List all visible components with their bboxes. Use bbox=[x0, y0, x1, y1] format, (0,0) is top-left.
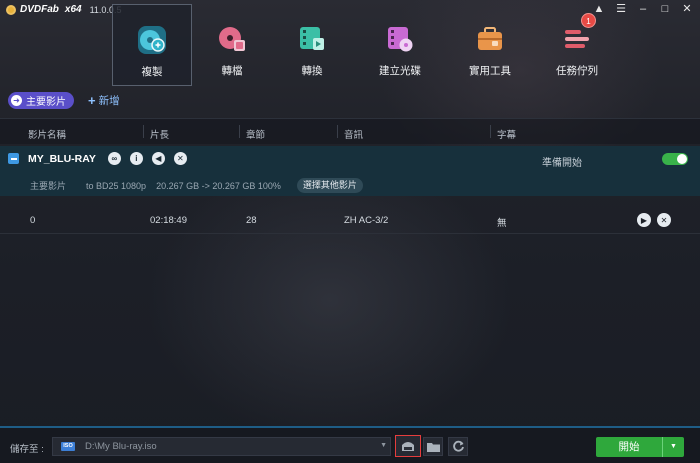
output-path-value: D:\My Blu-ray.iso bbox=[85, 441, 157, 452]
task-count-badge: 1 bbox=[581, 13, 596, 28]
chevron-down-icon[interactable]: ▼ bbox=[380, 442, 387, 449]
add-new-button[interactable]: + 新增 bbox=[88, 93, 120, 108]
col-subtitle: 字幕 bbox=[497, 130, 517, 141]
nav-ripper-label: 轉檔 bbox=[221, 65, 243, 77]
status-text: 準備開始 bbox=[542, 158, 582, 169]
row-chapters: 28 bbox=[246, 215, 257, 226]
row-subtitle[interactable]: 無 bbox=[497, 215, 507, 229]
start-label: 開始 bbox=[618, 441, 640, 453]
disc-name: MY_BLU-RAY bbox=[28, 152, 96, 165]
choose-other-title-button[interactable]: 選擇其他影片 bbox=[296, 178, 363, 193]
col-duration: 片長 bbox=[150, 130, 170, 141]
app-name: DVDFab bbox=[20, 4, 59, 15]
close-icon[interactable]: ✕ bbox=[680, 2, 694, 16]
minus-icon bbox=[10, 157, 17, 160]
main-movie-label: 主要影片 bbox=[26, 97, 66, 108]
app-logo: DVDFab x64 11.0.0.5 bbox=[6, 4, 121, 15]
remove-icon[interactable]: ✕ bbox=[173, 152, 187, 165]
info-icon[interactable]: i bbox=[129, 152, 143, 165]
disc-title-block: MY_BLU-RAY ∞ i ◀ ✕ 準備開始 主要影片 to BD25 108… bbox=[0, 146, 700, 196]
size-info: 20.267 GB -> 20.267 GB 100% bbox=[156, 180, 281, 191]
bottom-bar: 儲存至 : ISO D:\My Blu-ray.iso ▼ 開始 ▼ bbox=[0, 426, 700, 463]
minimize-icon[interactable]: – bbox=[636, 2, 650, 16]
nav-task-queue[interactable]: 1 任務佇列 bbox=[532, 4, 622, 86]
nav-ripper[interactable]: 轉檔 bbox=[192, 4, 272, 86]
source-toolbar: ➜ 主要影片 + 新增 bbox=[8, 92, 120, 109]
enable-toggle[interactable] bbox=[662, 153, 688, 165]
converter-film-icon bbox=[297, 24, 327, 54]
plus-icon: + bbox=[88, 92, 96, 108]
nav-copy-label: 複製 bbox=[141, 66, 163, 78]
creator-film-icon bbox=[385, 24, 415, 54]
column-divider bbox=[239, 125, 240, 138]
folder-icon bbox=[426, 443, 440, 452]
disc-sub-info: 主要影片 to BD25 1080p 20.267 GB -> 20.267 G… bbox=[30, 178, 363, 193]
nav-copy[interactable]: 複製 bbox=[112, 4, 192, 86]
nav-task-queue-label: 任務佇列 bbox=[556, 65, 598, 77]
nav-converter[interactable]: 轉換 bbox=[272, 4, 352, 86]
save-to-label: 儲存至 : bbox=[10, 444, 44, 455]
disc-title-line: MY_BLU-RAY ∞ i ◀ ✕ bbox=[8, 152, 190, 165]
settings-icon[interactable]: ◀ bbox=[151, 152, 165, 165]
refresh-icon bbox=[452, 440, 464, 452]
folder-button[interactable] bbox=[423, 437, 443, 456]
utilities-toolbox-icon bbox=[475, 24, 505, 54]
add-new-label: 新增 bbox=[98, 95, 120, 107]
main-movie-button[interactable]: ➜ 主要影片 bbox=[8, 92, 74, 109]
row-audio[interactable]: ZH AC-3/2 bbox=[344, 215, 388, 226]
col-title: 影片名稱 bbox=[28, 130, 67, 141]
start-button[interactable]: 開始 ▼ bbox=[596, 437, 684, 457]
nav-creator-label: 建立光碟 bbox=[379, 65, 421, 77]
main-nav: 複製 轉檔 轉換 建立光碟 實用工具 1 任務佇列 bbox=[112, 4, 622, 86]
output-path-select[interactable]: ISO D:\My Blu-ray.iso ▼ bbox=[52, 437, 391, 456]
nav-utilities-label: 實用工具 bbox=[469, 65, 511, 77]
iso-badge: ISO bbox=[61, 442, 75, 451]
iso-image-icon bbox=[402, 442, 414, 451]
bluray-logo-icon[interactable]: ∞ bbox=[107, 152, 121, 165]
iso-image-button[interactable] bbox=[395, 435, 421, 457]
arrow-right-icon: ➜ bbox=[11, 95, 22, 106]
play-icon[interactable]: ▶ bbox=[637, 213, 651, 227]
col-chapters: 章節 bbox=[246, 130, 266, 141]
nav-utilities[interactable]: 實用工具 bbox=[448, 4, 532, 86]
start-dropdown-icon[interactable]: ▼ bbox=[662, 437, 684, 457]
table-row[interactable]: 0 02:18:49 28 ZH AC-3/2 無 ▶ ✕ bbox=[0, 206, 700, 234]
refresh-button[interactable] bbox=[448, 437, 468, 456]
table-header: 影片名稱 片長 章節 音訊 字幕 bbox=[0, 118, 700, 144]
maximize-icon[interactable]: □ bbox=[658, 2, 672, 16]
content-kind: 主要影片 bbox=[30, 181, 67, 191]
column-divider bbox=[143, 125, 144, 138]
target-format: to BD25 1080p bbox=[86, 180, 147, 191]
dvdfab-window: DVDFab x64 11.0.0.5 ▲ ☰ – □ ✕ 複製 轉檔 轉換 建… bbox=[0, 0, 700, 463]
copy-disc-icon bbox=[137, 25, 167, 55]
column-divider bbox=[337, 125, 338, 138]
task-queue-icon bbox=[562, 24, 592, 54]
ripper-disc-icon bbox=[217, 24, 247, 54]
nav-converter-label: 轉換 bbox=[301, 65, 323, 77]
row-title: 0 bbox=[30, 215, 36, 226]
nav-creator[interactable]: 建立光碟 bbox=[352, 4, 448, 86]
row-duration: 02:18:49 bbox=[150, 215, 187, 226]
dvdfab-logo-icon bbox=[6, 4, 16, 15]
close-row-icon[interactable]: ✕ bbox=[657, 213, 671, 227]
collapse-checkbox[interactable] bbox=[8, 153, 19, 164]
col-audio: 音訊 bbox=[344, 130, 364, 141]
app-arch: x64 bbox=[64, 4, 82, 15]
column-divider bbox=[490, 125, 491, 138]
